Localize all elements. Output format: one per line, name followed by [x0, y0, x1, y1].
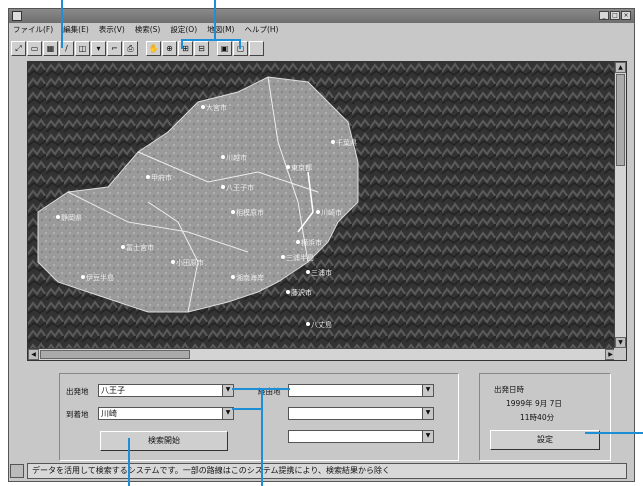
destination-select[interactable]: 川崎 ▼ [98, 407, 234, 420]
callout-line [239, 39, 241, 49]
callout-line [61, 0, 63, 48]
map-label: 甲府市 [151, 173, 172, 182]
map-label: 川越市 [226, 153, 247, 162]
menu-edit[interactable]: 編集(E) [63, 23, 89, 36]
zoom-in-icon[interactable]: ⤢ [11, 40, 26, 56]
horizontal-scrollbar[interactable]: ◀ ▶ [28, 348, 616, 360]
departure-select[interactable]: 八王子 ▼ [98, 384, 234, 397]
time-value: 11時40分 [520, 413, 555, 422]
hand-icon[interactable]: ✋ [146, 40, 161, 56]
callout-line [232, 408, 262, 410]
status-icon [10, 464, 24, 478]
menu-view[interactable]: 表示(V) [99, 23, 125, 36]
callout-line [214, 0, 216, 40]
scroll-left-icon[interactable]: ◀ [28, 349, 39, 360]
callout-line [261, 388, 263, 486]
map-label: 伊豆半島 [86, 273, 114, 282]
callout-line [128, 438, 130, 486]
scroll-up-icon[interactable]: ▲ [615, 62, 626, 73]
scrollbar-corner [614, 348, 626, 360]
via-select-1[interactable]: ▼ [288, 384, 434, 397]
chevron-down-icon[interactable]: ▼ [422, 431, 433, 442]
menu-settings[interactable]: 設定(O) [170, 23, 197, 36]
plot-icon[interactable]: ⌐ [107, 40, 122, 56]
datetime-panel: 出発日時 1999年 9月 7日 11時40分 設定 [479, 373, 611, 461]
map-canvas[interactable]: 大宮市 甲府市 川越市 相模原市 川崎市 八王子市 横浜市 東京都 三浦市 湘南… [28, 62, 615, 348]
via-select-3[interactable]: ▼ [288, 430, 434, 443]
print-icon[interactable]: ⎙ [123, 40, 138, 56]
chevron-down-icon[interactable]: ▼ [422, 385, 433, 396]
app-icon [12, 11, 22, 21]
arrow-down-icon[interactable]: ▾ [91, 40, 106, 56]
route-icon[interactable]: ◫ [75, 40, 90, 56]
map-label: 八丈島 [311, 320, 332, 329]
scroll-down-icon[interactable]: ▼ [615, 337, 626, 348]
title-bar: _ □ × [9, 9, 634, 23]
app-window: _ □ × ファイル(F) 編集(E) 表示(V) 検索(S) 設定(O) 地図… [8, 8, 635, 482]
map-label: 川崎市 [321, 208, 342, 217]
vertical-scrollbar[interactable]: ▲ ▼ [614, 62, 626, 348]
menu-file[interactable]: ファイル(F) [13, 23, 53, 36]
map-label: 富士宮市 [126, 243, 154, 252]
map-label: 静岡県 [61, 213, 82, 222]
destination-label: 到着地 [66, 410, 89, 419]
blank-tool-icon[interactable] [249, 40, 264, 56]
start-search-button[interactable]: 検索開始 [100, 431, 228, 451]
destination-value: 川崎 [101, 409, 117, 418]
select-icon[interactable]: ▭ [27, 40, 42, 56]
map-label: 小田原市 [176, 258, 204, 267]
close-button[interactable]: × [621, 11, 631, 20]
zoom-icon[interactable]: ⊕ [162, 40, 177, 56]
map-label: 八王子市 [226, 183, 254, 192]
datetime-heading: 出発日時 [494, 385, 524, 394]
menu-bar: ファイル(F) 編集(E) 表示(V) 検索(S) 設定(O) 地図(M) ヘル… [9, 23, 634, 36]
map-label: 湘南海岸 [236, 273, 264, 282]
callout-line [181, 39, 183, 49]
map-label: 三浦市 [311, 268, 332, 277]
menu-help[interactable]: ヘルプ(H) [244, 23, 278, 36]
search-panel: 出発地 八王子 ▼ 到着地 川崎 ▼ 経由地 ▼ ▼ ▼ 検索開始 [59, 373, 459, 461]
toolbar: ⤢ ▭ ▦ / ◫ ▾ ⌐ ⎙ ✋ ⊕ ⊞ ⊟ ▣ ▢ [9, 37, 634, 59]
map-label: 相模原市 [236, 208, 264, 217]
callout-line [232, 388, 290, 390]
map-label: 東京都 [291, 163, 312, 172]
table-icon[interactable]: ▦ [43, 40, 58, 56]
minimize-button[interactable]: _ [599, 11, 609, 20]
set-datetime-button[interactable]: 設定 [490, 430, 600, 450]
date-value: 1999年 9月 7日 [506, 399, 562, 408]
departure-label: 出発地 [66, 387, 89, 396]
vertical-scroll-thumb[interactable] [616, 74, 625, 166]
chevron-down-icon[interactable]: ▼ [422, 408, 433, 419]
via-select-2[interactable]: ▼ [288, 407, 434, 420]
map-view[interactable]: 大宮市 甲府市 川越市 相模原市 川崎市 八王子市 横浜市 東京都 三浦市 湘南… [27, 61, 627, 361]
chevron-down-icon[interactable]: ▼ [222, 385, 233, 396]
horizontal-scroll-thumb[interactable] [40, 350, 190, 359]
zoom-out-icon[interactable]: ⊟ [194, 40, 209, 56]
callout-line [181, 39, 241, 41]
maximize-button[interactable]: □ [610, 11, 620, 20]
map-label: 三浦半島 [286, 253, 314, 262]
map-label: 大宮市 [206, 103, 227, 112]
map-label: 藤沢市 [291, 288, 312, 297]
callout-line [585, 432, 643, 434]
menu-map[interactable]: 地図(M) [207, 23, 234, 36]
menu-search[interactable]: 検索(S) [135, 23, 161, 36]
map-label: 横浜市 [301, 238, 322, 247]
map-label: 千葉県 [336, 138, 357, 147]
status-bar: データを活用して検索するシステムです。一部の路線はこのシステム提携により、検索結… [27, 463, 627, 479]
departure-value: 八王子 [101, 386, 125, 395]
save-icon[interactable]: ▣ [217, 40, 232, 56]
